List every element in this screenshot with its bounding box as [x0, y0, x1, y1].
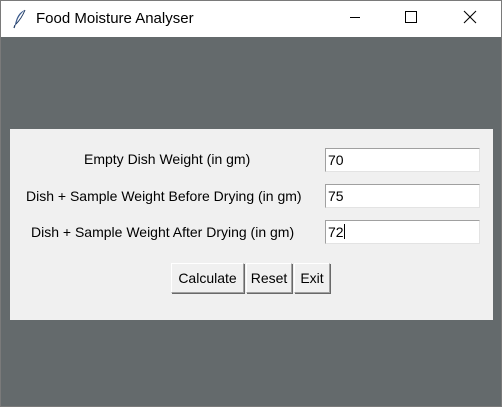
weight-before-drying-label: Dish + Sample Weight Before Drying (in g… — [26, 188, 302, 204]
reset-button[interactable]: Reset — [246, 263, 292, 293]
close-icon — [463, 10, 477, 29]
empty-dish-weight-value: 70 — [328, 152, 344, 168]
weight-before-drying-input[interactable]: 75 — [325, 184, 480, 208]
close-button[interactable] — [447, 1, 493, 37]
text-cursor — [343, 224, 345, 239]
app-window: Food Moisture Analyser Empty Dish Weight… — [0, 0, 502, 407]
title-bar[interactable]: Food Moisture Analyser — [1, 1, 501, 37]
maximize-button[interactable] — [388, 1, 434, 37]
calculate-button[interactable]: Calculate — [171, 263, 244, 293]
input-panel: Empty Dish Weight (in gm) 70 Dish + Samp… — [10, 129, 493, 320]
feather-icon — [11, 9, 29, 29]
minimize-button[interactable] — [332, 1, 378, 37]
weight-after-drying-value: 72 — [328, 224, 344, 240]
weight-after-drying-label: Dish + Sample Weight After Drying (in gm… — [31, 224, 295, 240]
weight-before-drying-value: 75 — [328, 188, 344, 204]
empty-dish-weight-label: Empty Dish Weight (in gm) — [84, 151, 251, 167]
exit-button[interactable]: Exit — [294, 263, 330, 293]
weight-after-drying-input[interactable]: 72 — [325, 220, 480, 244]
minimize-icon — [349, 10, 361, 28]
maximize-icon — [405, 10, 417, 28]
empty-dish-weight-input[interactable]: 70 — [325, 148, 480, 172]
window-title: Food Moisture Analyser — [36, 10, 194, 27]
